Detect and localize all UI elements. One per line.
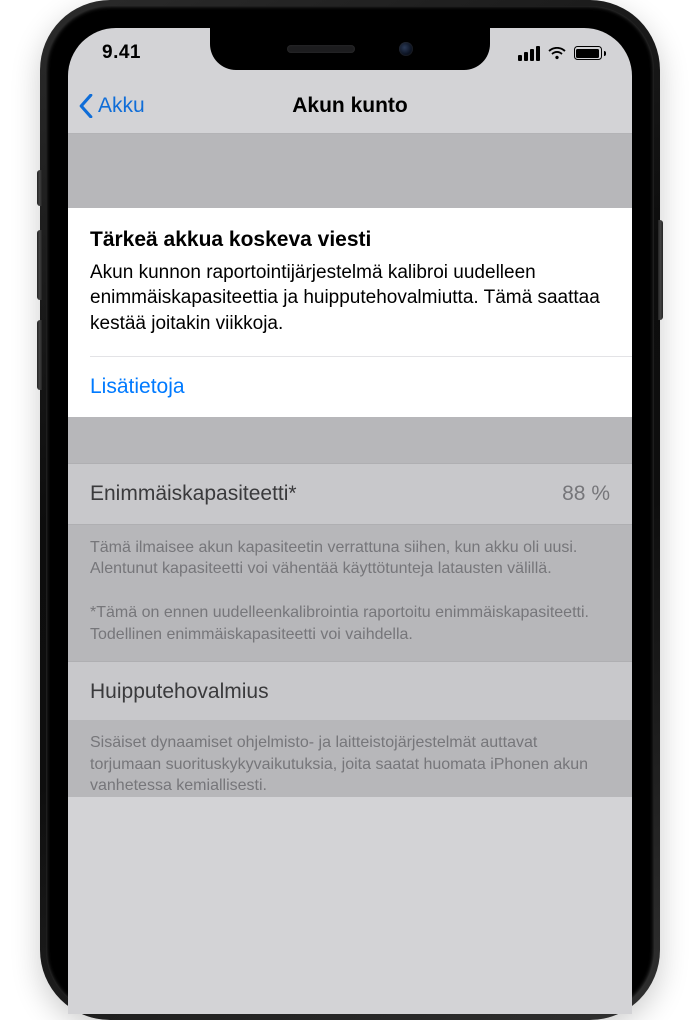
- chevron-left-icon: [78, 94, 94, 118]
- battery-icon: [574, 46, 607, 60]
- max-capacity-row[interactable]: Enimmäiskapasiteetti* 88 %: [68, 463, 632, 525]
- nav-bar: Akku Akun kunto: [68, 78, 632, 134]
- max-capacity-label: Enimmäiskapasiteetti*: [90, 482, 297, 506]
- battery-message-card: Tärkeä akkua koskeva viesti Akun kunnon …: [68, 208, 632, 417]
- max-capacity-value: 88 %: [562, 482, 610, 506]
- learn-more-link[interactable]: Lisätietoja: [68, 357, 632, 417]
- cellular-signal-icon: [518, 46, 540, 61]
- back-label: Akku: [98, 94, 145, 118]
- message-title: Tärkeä akkua koskeva viesti: [90, 228, 610, 252]
- peak-performance-footer: Sisäiset dynaamiset ohjelmisto- ja laitt…: [68, 720, 632, 797]
- peak-performance-label: Huipputehovalmius: [90, 680, 269, 703]
- device-notch: [210, 28, 490, 70]
- max-capacity-footer: Tämä ilmaisee akun kapasiteetin verrattu…: [68, 525, 632, 661]
- page-title: Akun kunto: [292, 94, 408, 118]
- status-time: 9.41: [102, 42, 141, 64]
- message-body: Akun kunnon raportointijärjestelmä kalib…: [90, 260, 610, 336]
- wifi-icon: [547, 46, 567, 60]
- back-button[interactable]: Akku: [78, 78, 145, 133]
- peak-performance-row[interactable]: Huipputehovalmius: [68, 661, 632, 720]
